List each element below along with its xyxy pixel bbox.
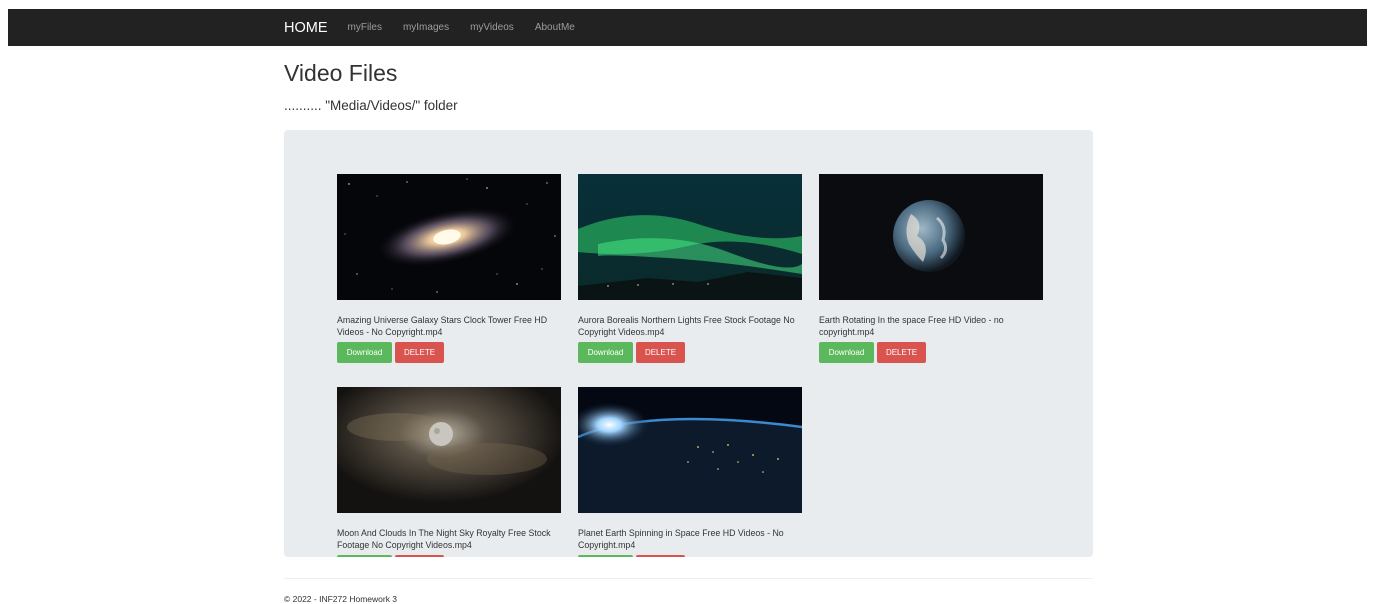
video-caption: Planet Earth Spinning in Space Free HD V… [578,528,784,550]
footer-divider [284,578,1093,579]
delete-button[interactable]: DELETE [395,555,444,557]
download-button[interactable]: Download [337,555,392,557]
nav-link-aboutme[interactable]: AboutMe [535,22,575,33]
download-button[interactable]: Download [578,555,633,557]
download-button[interactable]: Download [337,342,392,363]
delete-button[interactable]: DELETE [877,342,926,363]
video-card: Earth Rotating In the space Free HD Vide… [819,174,1043,363]
moon-video-thumbnail[interactable] [337,387,561,513]
galaxy-video-thumbnail[interactable] [337,174,561,300]
video-caption: Aurora Borealis Northern Lights Free Sto… [578,315,795,337]
delete-button[interactable]: DELETE [395,342,444,363]
earth-video-thumbnail[interactable] [819,174,1043,300]
video-card: Moon And Clouds In The Night Sky Royalty… [337,387,561,557]
video-card: Planet Earth Spinning in Space Free HD V… [578,387,802,557]
download-button[interactable]: Download [819,342,874,363]
video-gallery-panel: Amazing Universe Galaxy Stars Clock Towe… [284,130,1093,557]
delete-button[interactable]: DELETE [636,555,685,557]
page-title: Video Files [284,60,398,86]
video-card: Aurora Borealis Northern Lights Free Sto… [578,174,802,363]
nav-link-myvideos[interactable]: myVideos [470,22,514,33]
nav-link-myfiles[interactable]: myFiles [348,22,382,33]
folder-subtitle: .......... "Media/Videos/" folder [284,98,458,113]
delete-button[interactable]: DELETE [636,342,685,363]
top-navbar: HOME myFiles myImages myVideos AboutMe [8,9,1367,46]
aurora-video-thumbnail[interactable] [578,174,802,300]
nav-link-myimages[interactable]: myImages [403,22,449,33]
planet-video-thumbnail[interactable] [578,387,802,513]
nav-menu: HOME myFiles myImages myVideos AboutMe [284,9,596,46]
video-caption: Moon And Clouds In The Night Sky Royalty… [337,528,551,550]
video-caption: Amazing Universe Galaxy Stars Clock Towe… [337,315,548,337]
nav-home-link[interactable]: HOME [284,20,328,36]
video-caption: Earth Rotating In the space Free HD Vide… [819,315,1004,337]
video-card: Amazing Universe Galaxy Stars Clock Towe… [337,174,561,363]
download-button[interactable]: Download [578,342,633,363]
